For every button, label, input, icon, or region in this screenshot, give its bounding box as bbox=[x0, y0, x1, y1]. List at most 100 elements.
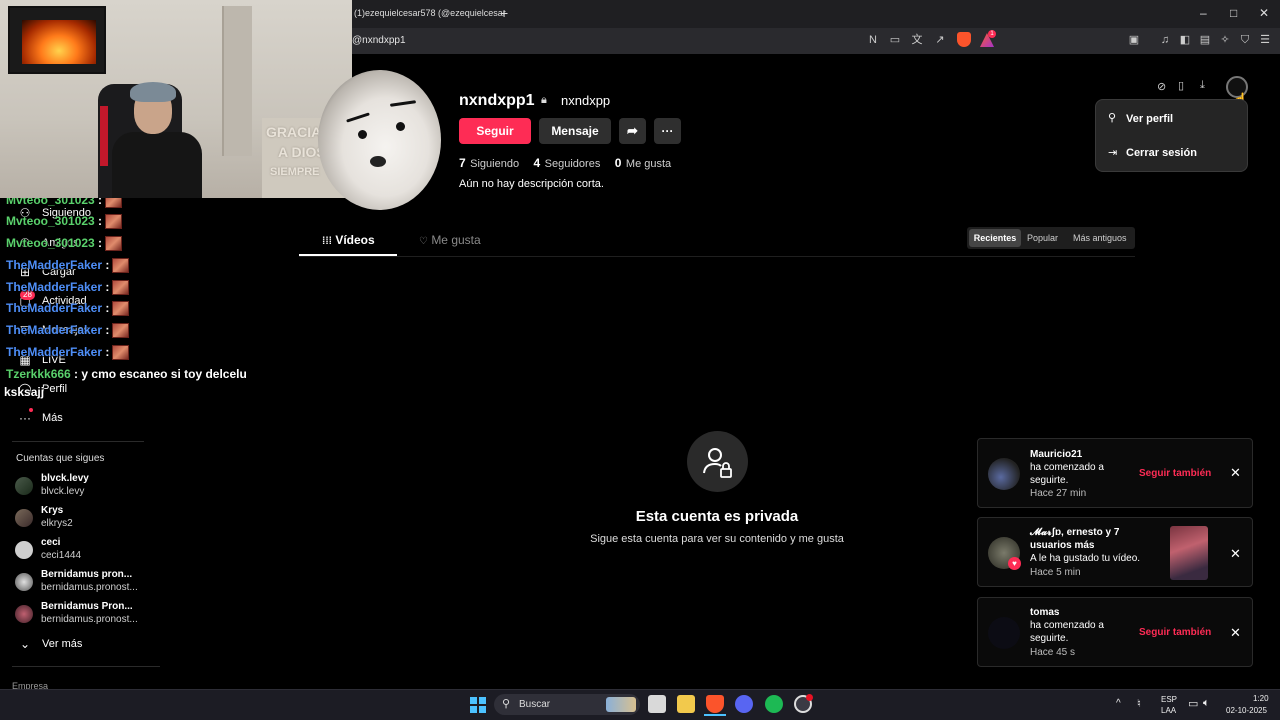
close-icon[interactable]: ✕ bbox=[1230, 625, 1241, 641]
notification-card[interactable]: tomas ha comenzado a seguirte. Hace 45 s… bbox=[977, 597, 1253, 667]
menu-icon[interactable]: ☰ bbox=[1258, 33, 1272, 47]
private-subtitle: Sigue esta cuenta para ver su contenido … bbox=[590, 533, 844, 545]
brave-browser-icon[interactable] bbox=[706, 695, 724, 713]
sidebar-toggle-icon[interactable]: ◧ bbox=[1178, 33, 1192, 47]
maximize-button[interactable]: □ bbox=[1230, 6, 1237, 20]
view-profile-item[interactable]: Ver perfil bbox=[1126, 113, 1173, 125]
device-icon[interactable]: ▯ bbox=[1178, 79, 1184, 92]
language-layout[interactable]: LAA bbox=[1161, 706, 1176, 715]
chat-separator: : bbox=[102, 345, 110, 359]
tab-label: Vídeos bbox=[335, 233, 375, 247]
wallet-icon[interactable]: ▣ bbox=[1127, 33, 1141, 47]
sidebar-divider bbox=[12, 666, 160, 667]
likes-count: 0 bbox=[614, 156, 622, 170]
share-page-icon[interactable]: ↗ bbox=[933, 33, 947, 47]
avatar[interactable] bbox=[15, 541, 33, 559]
chat-username: TheMadderFaker bbox=[6, 280, 103, 294]
sort-recent[interactable]: Recientes bbox=[969, 229, 1021, 247]
network-icon[interactable]: ▭ bbox=[1188, 697, 1198, 710]
message-button[interactable]: Mensaje bbox=[539, 118, 611, 144]
close-icon[interactable]: ✕ bbox=[1230, 465, 1241, 481]
account-name[interactable]: Bernidamus pron... bbox=[41, 569, 132, 580]
sort-oldest[interactable]: Más antiguos bbox=[1073, 233, 1127, 243]
more-options-icon[interactable]: ··· bbox=[654, 118, 681, 144]
download-icon[interactable]: ⤓ bbox=[1200, 79, 1205, 92]
url-field[interactable]: @nxndxpp1 bbox=[352, 35, 406, 46]
followers-label[interactable]: Seguidores bbox=[545, 158, 601, 170]
private-account-icon bbox=[687, 431, 748, 492]
see-more-button[interactable]: Ver más bbox=[42, 638, 82, 650]
follow-back-button[interactable]: Seguir también bbox=[1139, 468, 1211, 479]
minimize-button[interactable]: – bbox=[1200, 6, 1207, 20]
task-view-icon[interactable] bbox=[648, 695, 666, 713]
logout-icon: ⇥ bbox=[1108, 147, 1118, 159]
chat-line: Mvteoo_301023 : bbox=[6, 214, 123, 230]
share-icon[interactable]: ➦ bbox=[619, 118, 646, 144]
new-tab-button[interactable]: + bbox=[500, 5, 508, 21]
notification-time: Hace 27 min bbox=[1030, 488, 1087, 499]
notification-title[interactable]: tomas bbox=[1030, 607, 1059, 618]
video-thumbnail[interactable] bbox=[1170, 526, 1208, 580]
reader-icon[interactable]: N bbox=[866, 33, 880, 47]
notification-title[interactable]: 𝓜𝓪𝓻ʃɒ, ernesto y 7 bbox=[1030, 527, 1119, 538]
volume-icon[interactable]: 🔈︎ bbox=[1203, 697, 1210, 710]
clock-time[interactable]: 1:20 bbox=[1253, 694, 1269, 703]
discord-icon[interactable] bbox=[735, 695, 753, 713]
cast-icon[interactable]: ▭ bbox=[888, 33, 902, 47]
windows-start-icon[interactable] bbox=[470, 697, 486, 713]
profile-stats: 7 Siguiendo 4 Seguidores 0 Me gusta bbox=[459, 154, 671, 172]
chat-username: TheMadderFaker bbox=[6, 323, 103, 337]
tab-liked[interactable]: ♡ Me gusta bbox=[419, 233, 481, 247]
notification-card[interactable]: Mauricio21 ha comenzado a seguirte. Hace… bbox=[977, 438, 1253, 508]
avatar[interactable] bbox=[15, 573, 33, 591]
chat-line: Mvteoo_301023 : bbox=[6, 236, 123, 252]
logout-item[interactable]: Cerrar sesión bbox=[1126, 147, 1197, 159]
sidebar-item-more[interactable]: Más bbox=[42, 412, 63, 424]
microphone-icon[interactable]: ♮ bbox=[1137, 697, 1141, 710]
account-name[interactable]: blvck.levy bbox=[41, 473, 89, 484]
tab-videos[interactable]: ⁞⁞⁞ Vídeos bbox=[322, 233, 375, 247]
file-explorer-icon[interactable] bbox=[677, 695, 695, 713]
emote-icon bbox=[112, 258, 130, 274]
brave-shield-icon[interactable] bbox=[957, 32, 971, 47]
notification-title[interactable]: Mauricio21 bbox=[1030, 449, 1082, 460]
avatar[interactable] bbox=[15, 509, 33, 527]
lock-icon: 🔒︎ bbox=[541, 94, 547, 106]
music-icon[interactable]: ♫ bbox=[1158, 33, 1172, 47]
leo-icon[interactable]: ✧ bbox=[1218, 33, 1232, 47]
sidebar-item-profile[interactable]: Perfil bbox=[42, 383, 67, 395]
coins-icon[interactable]: ⊘ bbox=[1157, 80, 1166, 93]
notification-card[interactable]: ♥ 𝓜𝓪𝓻ʃɒ, ernesto y 7 usuarios más A le h… bbox=[977, 517, 1253, 587]
close-window-button[interactable]: ✕ bbox=[1259, 6, 1269, 20]
profile-avatar[interactable] bbox=[318, 70, 441, 210]
spotify-icon[interactable] bbox=[765, 695, 783, 713]
person-hair bbox=[130, 82, 176, 102]
translate-icon[interactable]: 文 bbox=[910, 33, 924, 47]
heart-icon: ♡ bbox=[419, 236, 428, 247]
sort-popular[interactable]: Popular bbox=[1027, 233, 1058, 243]
chat-line: TheMadderFaker : bbox=[6, 345, 130, 361]
vpn-icon[interactable]: ⛉ bbox=[1238, 33, 1252, 47]
taskbar bbox=[0, 689, 1280, 720]
emote-icon bbox=[105, 214, 123, 230]
avatar-detail bbox=[389, 100, 417, 107]
follow-button[interactable]: Seguir bbox=[459, 118, 531, 144]
emote-icon bbox=[112, 323, 130, 339]
account-name[interactable]: Krys bbox=[41, 505, 63, 516]
language-code[interactable]: ESP bbox=[1161, 695, 1177, 704]
avatar[interactable] bbox=[15, 477, 33, 495]
clock-date[interactable]: 02-10-2025 bbox=[1226, 706, 1267, 715]
account-name[interactable]: ceci bbox=[41, 537, 60, 548]
browser-tab[interactable]: (1)ezequielcesar578 (@ezequielcesar bbox=[354, 8, 506, 18]
close-icon[interactable]: ✕ bbox=[1230, 546, 1241, 562]
chat-username: Mvteoo_301023 bbox=[6, 214, 95, 228]
chat-line: Tzerkkk666 : y cmo escaneo si toy delcel… bbox=[6, 367, 247, 381]
chevron-up-icon[interactable]: ^ bbox=[1116, 698, 1121, 709]
notification-text: ha comenzado a bbox=[1030, 462, 1104, 473]
wallet2-icon[interactable]: ▤ bbox=[1198, 33, 1212, 47]
following-label[interactable]: Siguiendo bbox=[470, 158, 519, 170]
avatar[interactable] bbox=[15, 605, 33, 623]
account-name[interactable]: Bernidamus Pron... bbox=[41, 601, 133, 612]
taskbar-search[interactable]: ⚲ Buscar bbox=[494, 694, 640, 715]
follow-back-button[interactable]: Seguir también bbox=[1139, 627, 1211, 638]
